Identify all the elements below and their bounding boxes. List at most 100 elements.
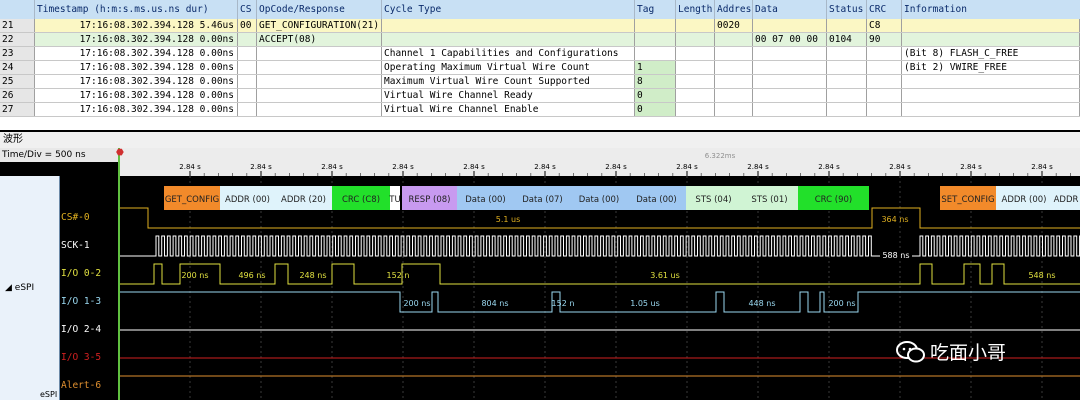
packet-label: ADDR [1054,195,1079,205]
header-data[interactable]: Data [753,0,827,19]
io1-measure-label: 448 ns [748,299,775,308]
ruler-tick-label: 2.84 s [605,163,627,171]
packet-label: Data (00) [636,195,676,205]
table-row[interactable]: 25 17:16:08.302.394.128 0.00ns Maximum Vir… [0,75,1080,89]
signal-name[interactable]: SCK-1 [61,240,90,251]
ruler-tick-label: 2.84 s [889,163,911,171]
table-cell-data: 00 07 00 00 [753,33,827,46]
table-cell-num: 26 [0,89,35,102]
table-cell-addr [715,75,753,88]
table-cell-tag [635,19,676,32]
table-cell-cycle [382,33,635,46]
table-cell-cycle: Virtual Wire Channel Ready [382,89,635,102]
table-cell-addr [715,33,753,46]
waveform-traces[interactable]: GET_CONFIG ADDR (00) ADDR (20) CRC (C8) TU RE… [120,176,1080,400]
table-cell-data [753,75,827,88]
table-cell-data [753,47,827,60]
table-cell-cycle: Operating Maximum Virtual Wire Count [382,61,635,74]
time-ruler[interactable]: 6.322ms 2.84 s 2.84 s 2.84 s 2.84 s 2.84 s 2.8… [120,148,1080,176]
table-cell-op [257,61,382,74]
table-row[interactable]: 24 17:16:08.302.394.128 0.00ns Operating M… [0,61,1080,75]
table-cell-tag: 1 [635,61,676,74]
header-length[interactable]: Length [676,0,715,19]
cursor-time-label: 6.322ms [705,152,736,160]
io1-measure-label: 152 n [552,299,575,308]
table-cell-crc: 90 [867,33,902,46]
table-cell-status [827,61,867,74]
cursor-marker-icon[interactable]: ⬣ [116,148,124,158]
header-cs[interactable]: CS [238,0,257,19]
table-cell-info [902,33,1080,46]
signal-name[interactable]: I/O 2-4 [61,324,101,335]
table-row[interactable]: 27 17:16:08.302.394.128 0.00ns Virtual Wir… [0,103,1080,117]
table-cell-crc [867,47,902,60]
table-cell-cycle: Virtual Wire Channel Enable [382,103,635,116]
ruler-tick-label: 2.84 s [321,163,343,171]
cursor-line[interactable] [118,148,120,400]
cs-measure-label: 5.1 us [496,215,521,224]
waveform-title: 波形 [0,132,1080,148]
header-crc[interactable]: CRC [867,0,902,19]
table-cell-ts: 17:16:08.302.394.128 0.00ns [35,61,238,74]
table-row[interactable]: 21 17:16:08.302.394.128 5.46us 00 GET_CONFI… [0,19,1080,33]
packet-label: SET_CONFIG [941,195,994,205]
table-cell-addr: 0020 [715,19,753,32]
io1-measure-label: 1.05 us [630,299,660,308]
ruler-ticks: 6.322ms 2.84 s 2.84 s 2.84 s 2.84 s 2.84 s 2.8… [179,152,1071,176]
table-cell-len [676,33,715,46]
table-cell-cycle: Maximum Virtual Wire Count Supported [382,75,635,88]
table-cell-op: GET_CONFIGURATION(21) [257,19,382,32]
io1-measure-label: 200 ns [403,299,430,308]
table-cell-addr [715,61,753,74]
header-status[interactable]: Status [827,0,867,19]
header-information[interactable]: Information [902,0,1080,19]
table-cell-info [902,103,1080,116]
signal-name[interactable]: I/O 1-3 [61,296,101,307]
signal-name-column [60,176,120,400]
table-cell-info: (Bit 8) FLASH_C_FREE [902,47,1080,60]
table-cell-len [676,61,715,74]
signal-name[interactable]: CS#-0 [61,212,90,223]
table-cell-tag: 0 [635,89,676,102]
table-cell-crc: C8 [867,19,902,32]
table-row[interactable]: 22 17:16:08.302.394.128 0.00ns ACCEPT(08) 0… [0,33,1080,47]
collapse-triangle-icon[interactable]: ◢ [5,283,12,293]
table-cell-op [257,103,382,116]
table-cell-tag [635,33,676,46]
packet-label: ADDR (00) [1002,195,1047,205]
signal-name[interactable]: I/O 3-5 [61,352,101,363]
ruler-tick-label: 2.84 s [676,163,698,171]
table-cell-crc [867,75,902,88]
table-row[interactable]: 26 17:16:08.302.394.128 0.00ns Virtual Wir… [0,89,1080,103]
table-cell-len [676,75,715,88]
table-cell-tag: 0 [635,103,676,116]
ruler-tick-label: 2.84 s [960,163,982,171]
table-cell-data [753,19,827,32]
packet-label: ADDR (00) [225,195,270,205]
ruler-tick-label: 2.84 s [747,163,769,171]
table-cell-crc [867,61,902,74]
ruler-tick-label: 2.84 s [463,163,485,171]
packet-label: RESP (08) [409,195,451,205]
header-cycle-type[interactable]: Cycle Type [382,0,635,19]
time-div-label[interactable]: Time/Div = 500 ns [0,148,120,162]
header-address[interactable]: Addres [715,0,753,19]
ruler-tick-label: 2.84 s [179,163,201,171]
table-row[interactable]: 23 17:16:08.302.394.128 0.00ns Channel 1 C… [0,47,1080,61]
signal-name[interactable]: Alert-6 [61,380,101,391]
group-expander[interactable]: ◢ eSPI [5,283,34,293]
signal-name[interactable]: I/O 0-2 [61,268,101,279]
table-cell-num: 27 [0,103,35,116]
table-cell-cs [238,103,257,116]
header-timestamp[interactable]: Timestamp (h:m:s.ms.us.ns dur) [35,0,238,19]
table-cell-cs [238,61,257,74]
table-cell-status [827,19,867,32]
signal-group-panel[interactable]: ◢ eSPI eSPI [0,176,60,400]
table-cell-num: 25 [0,75,35,88]
table-cell-len [676,103,715,116]
header-tag[interactable]: Tag [635,0,676,19]
header-opcode[interactable]: OpCode/Response [257,0,382,19]
header-row-number [0,0,35,19]
sck-trace [120,235,1080,257]
table-cell-cs [238,33,257,46]
